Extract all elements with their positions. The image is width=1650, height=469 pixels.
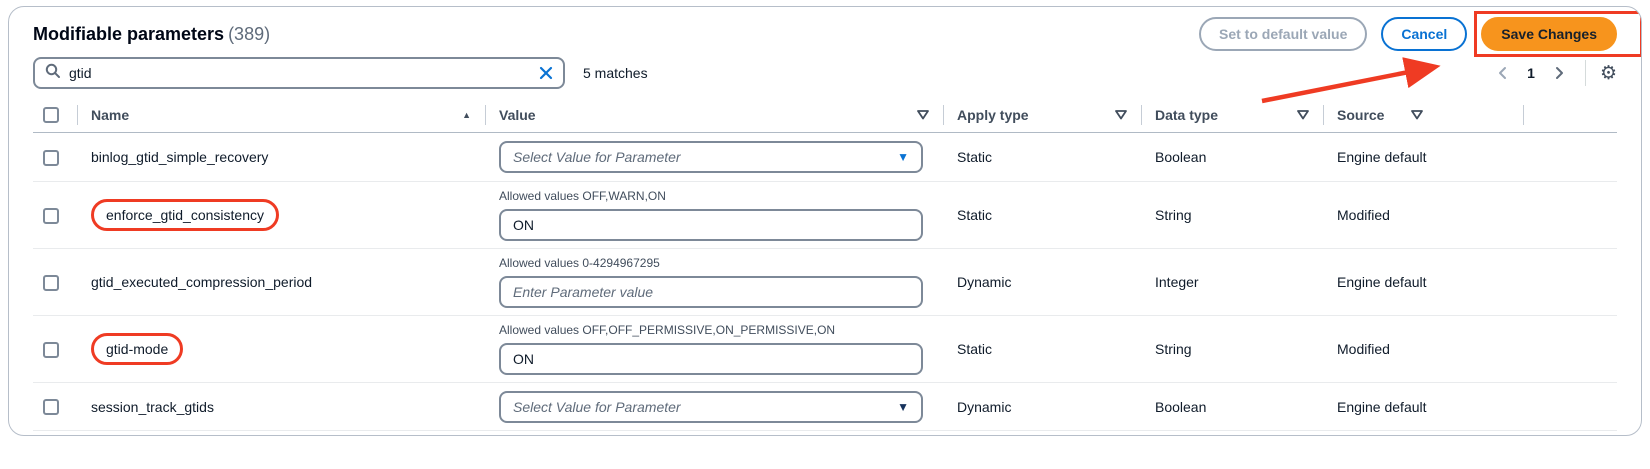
save-changes-button[interactable]: Save Changes <box>1481 17 1617 51</box>
parameter-name: binlog_gtid_simple_recovery <box>91 149 268 165</box>
dropdown-caret-icon: ▼ <box>897 401 909 413</box>
value-input[interactable]: ON <box>499 209 923 241</box>
gear-icon[interactable]: ⚙ <box>1600 64 1617 83</box>
header-spacer <box>1523 97 1617 132</box>
column-header-source[interactable]: Source <box>1323 97 1523 132</box>
source: Modified <box>1323 341 1523 357</box>
source: Engine default <box>1323 399 1523 415</box>
parameter-name-annotated: enforce_gtid_consistency <box>91 199 279 231</box>
apply-type: Static <box>943 341 1141 357</box>
data-type: Boolean <box>1141 399 1323 415</box>
clear-search-icon[interactable] <box>539 66 553 80</box>
apply-type: Dynamic <box>943 274 1141 290</box>
parameters-page: Modifiable parameters(389) Set to defaul… <box>0 0 1650 469</box>
input-placeholder: Enter Parameter value <box>513 284 653 300</box>
allowed-values-label: Allowed values OFF,OFF_PERMISSIVE,ON_PER… <box>499 323 929 337</box>
data-type: String <box>1141 341 1323 357</box>
header-checkbox-cell <box>33 97 77 132</box>
select-placeholder: Select Value for Parameter <box>513 399 681 415</box>
value-cell: Allowed values OFF,OFF_PERMISSIVE,ON_PER… <box>485 323 943 375</box>
value-select[interactable]: Select Value for Parameter ▼ <box>499 141 923 173</box>
value-cell: Select Value for Parameter ▼ <box>485 391 943 423</box>
apply-type: Dynamic <box>943 399 1141 415</box>
toolbar-divider <box>1585 60 1586 86</box>
search-input[interactable] <box>69 65 531 81</box>
table-row: gtid-mode Allowed values OFF,OFF_PERMISS… <box>33 315 1617 382</box>
data-type: Integer <box>1141 274 1323 290</box>
value-input[interactable]: ON <box>499 343 923 375</box>
value-cell: Select Value for Parameter ▼ <box>485 141 943 173</box>
data-type: Boolean <box>1141 149 1323 165</box>
parameter-name: gtid_executed_compression_period <box>91 274 312 290</box>
table-row: session_track_gtids Select Value for Par… <box>33 382 1617 430</box>
search-icon <box>45 63 61 84</box>
previous-page-icon[interactable] <box>1491 61 1513 85</box>
filter-icon[interactable] <box>1411 110 1423 120</box>
allowed-values-label: Allowed values OFF,WARN,ON <box>499 189 929 203</box>
toolbar: 5 matches 1 ⚙ <box>33 57 1617 89</box>
table-header: Name ▲ Value Apply type Data type <box>33 97 1617 133</box>
row-checkbox[interactable] <box>43 399 59 415</box>
row-checkbox[interactable] <box>43 150 59 166</box>
parameter-count: (389) <box>228 24 270 44</box>
source: Engine default <box>1323 274 1523 290</box>
column-header-name[interactable]: Name ▲ <box>77 97 485 132</box>
table-row: binlog_gtid_simple_recovery Select Value… <box>33 133 1617 181</box>
source: Modified <box>1323 207 1523 223</box>
filter-icon[interactable] <box>1297 110 1309 120</box>
dropdown-caret-icon: ▼ <box>897 151 909 163</box>
table-row: enforce_gtid_consistency Allowed values … <box>33 181 1617 248</box>
input-value: ON <box>513 217 534 233</box>
card-header: Modifiable parameters(389) Set to defaul… <box>33 15 1617 53</box>
filter-icon[interactable] <box>1115 110 1127 120</box>
select-all-checkbox[interactable] <box>43 107 59 123</box>
pagination: 1 ⚙ <box>1491 60 1617 86</box>
input-value: ON <box>513 351 534 367</box>
page-title-text: Modifiable parameters <box>33 24 224 44</box>
column-header-data-type[interactable]: Data type <box>1141 97 1323 132</box>
row-checkbox[interactable] <box>43 275 59 291</box>
modifiable-parameters-card: Modifiable parameters(389) Set to defaul… <box>8 6 1642 436</box>
header-actions: Set to default value Cancel Save Changes <box>1199 17 1617 51</box>
column-header-apply-type[interactable]: Apply type <box>943 97 1141 132</box>
page-title: Modifiable parameters(389) <box>33 24 270 45</box>
select-placeholder: Select Value for Parameter <box>513 149 681 165</box>
filter-icon[interactable] <box>917 110 929 120</box>
apply-type: Static <box>943 149 1141 165</box>
parameter-name: session_track_gtids <box>91 399 214 415</box>
source: Engine default <box>1323 149 1523 165</box>
cancel-button[interactable]: Cancel <box>1381 17 1467 51</box>
sort-ascending-icon: ▲ <box>462 110 471 120</box>
parameter-name-annotated: gtid-mode <box>91 333 183 365</box>
value-select[interactable]: Select Value for Parameter ▼ <box>499 391 923 423</box>
row-checkbox[interactable] <box>43 208 59 224</box>
column-header-value[interactable]: Value <box>485 97 943 132</box>
apply-type: Static <box>943 207 1141 223</box>
row-checkbox[interactable] <box>43 342 59 358</box>
value-cell: Allowed values 0-4294967295 Enter Paramet… <box>485 256 943 308</box>
match-count: 5 matches <box>583 65 648 81</box>
table-body: binlog_gtid_simple_recovery Select Value… <box>33 133 1617 431</box>
value-input[interactable]: Enter Parameter value <box>499 276 923 308</box>
search-box <box>33 57 565 89</box>
data-type: String <box>1141 207 1323 223</box>
value-cell: Allowed values OFF,WARN,ON ON <box>485 189 943 241</box>
set-to-default-button[interactable]: Set to default value <box>1199 17 1367 51</box>
current-page-number[interactable]: 1 <box>1523 65 1539 81</box>
table-row: gtid_executed_compression_period Allowed… <box>33 248 1617 315</box>
next-page-icon[interactable] <box>1549 61 1571 85</box>
allowed-values-label: Allowed values 0-4294967295 <box>499 256 929 270</box>
